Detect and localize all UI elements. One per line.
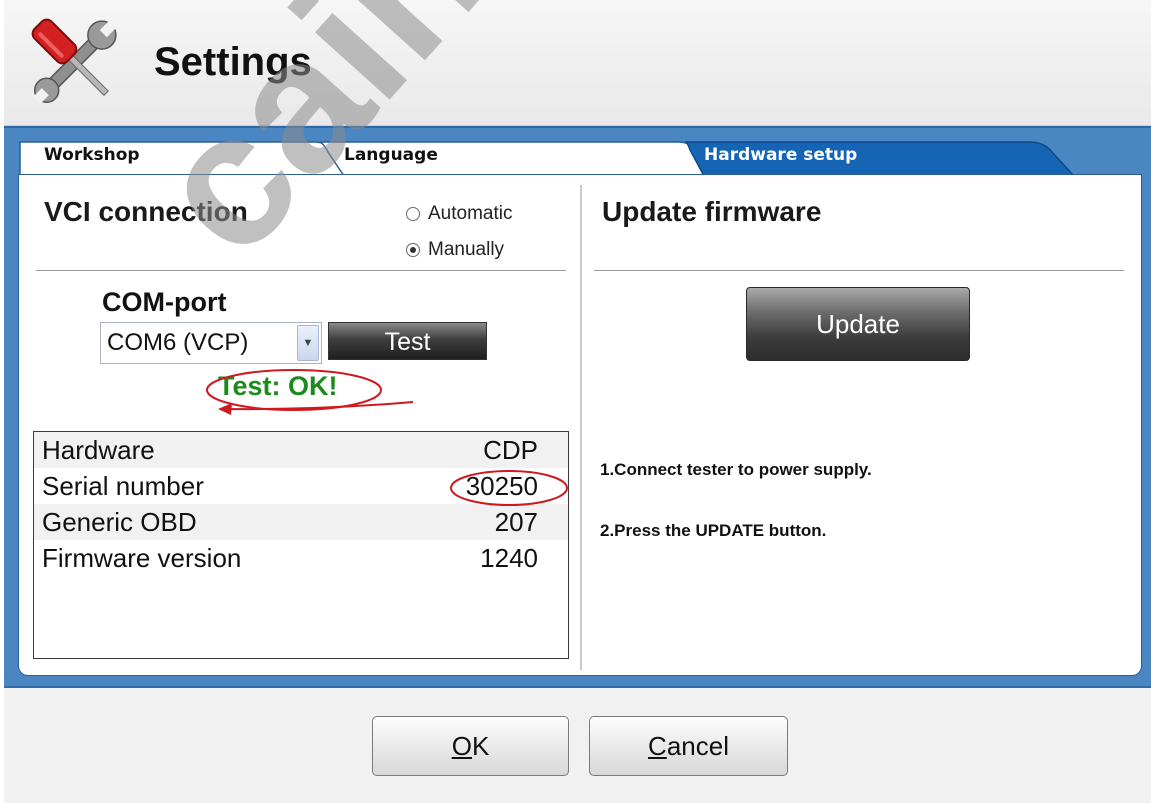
com-port-value: COM6 (VCP) [107,329,249,356]
vci-separator [36,270,566,271]
table-row: Serial number 30250 [34,468,568,504]
info-key: Firmware version [42,543,242,573]
table-row: Generic OBD 207 [34,504,568,540]
info-value: 207 [494,507,538,537]
instruction-step-2: 2.Press the UPDATE button. [600,521,827,540]
page-title: Settings [154,40,312,84]
radio-manually[interactable]: Manually [406,239,504,261]
radio-automatic-indicator[interactable] [406,207,420,221]
info-value: 1240 [480,543,538,573]
update-button[interactable]: Update [746,287,970,361]
header-bar: Settings [4,0,1151,126]
info-key: Serial number [42,471,204,501]
chevron-down-icon[interactable]: ▼ [297,325,319,361]
panel-divider [580,185,582,670]
tab-workshop[interactable]: Workshop [44,145,140,165]
vci-connection-title: VCI connection [44,196,248,227]
table-row: Hardware CDP [34,432,568,468]
settings-window: Settings Workshop Language Hardware setu… [4,0,1151,803]
update-firmware-title: Update firmware [602,196,822,227]
radio-manually-label: Manually [428,239,505,260]
test-result-text: Test: OK! [218,371,338,401]
hardware-info-table: Hardware CDP Serial number 30250 Generic… [33,431,569,659]
tab-hardware-setup[interactable]: Hardware setup [704,145,857,165]
cancel-label-rest: ancel [666,731,729,761]
cancel-button[interactable]: Cancel [589,716,788,776]
radio-automatic-label: Automatic [428,203,513,224]
test-button[interactable]: Test [328,322,487,360]
tools-icon [31,18,117,104]
info-key: Hardware [42,435,155,465]
firmware-separator [594,270,1124,271]
ok-label-rest: K [471,731,490,761]
cancel-mnemonic: C [648,731,667,761]
table-row: Firmware version 1240 [34,540,568,576]
ok-button[interactable]: OK [372,716,569,776]
info-key: Generic OBD [42,507,197,537]
com-port-label: COM-port [102,287,227,317]
info-value: 30250 [465,471,538,501]
info-value: CDP [483,435,538,465]
com-port-select[interactable]: COM6 (VCP) ▼ [100,322,322,364]
instruction-step-1: 1.Connect tester to power supply. [600,460,872,479]
ok-mnemonic: O [451,731,472,761]
tab-language[interactable]: Language [344,145,438,165]
radio-manually-indicator[interactable] [406,243,420,257]
radio-automatic[interactable]: Automatic [406,203,512,225]
